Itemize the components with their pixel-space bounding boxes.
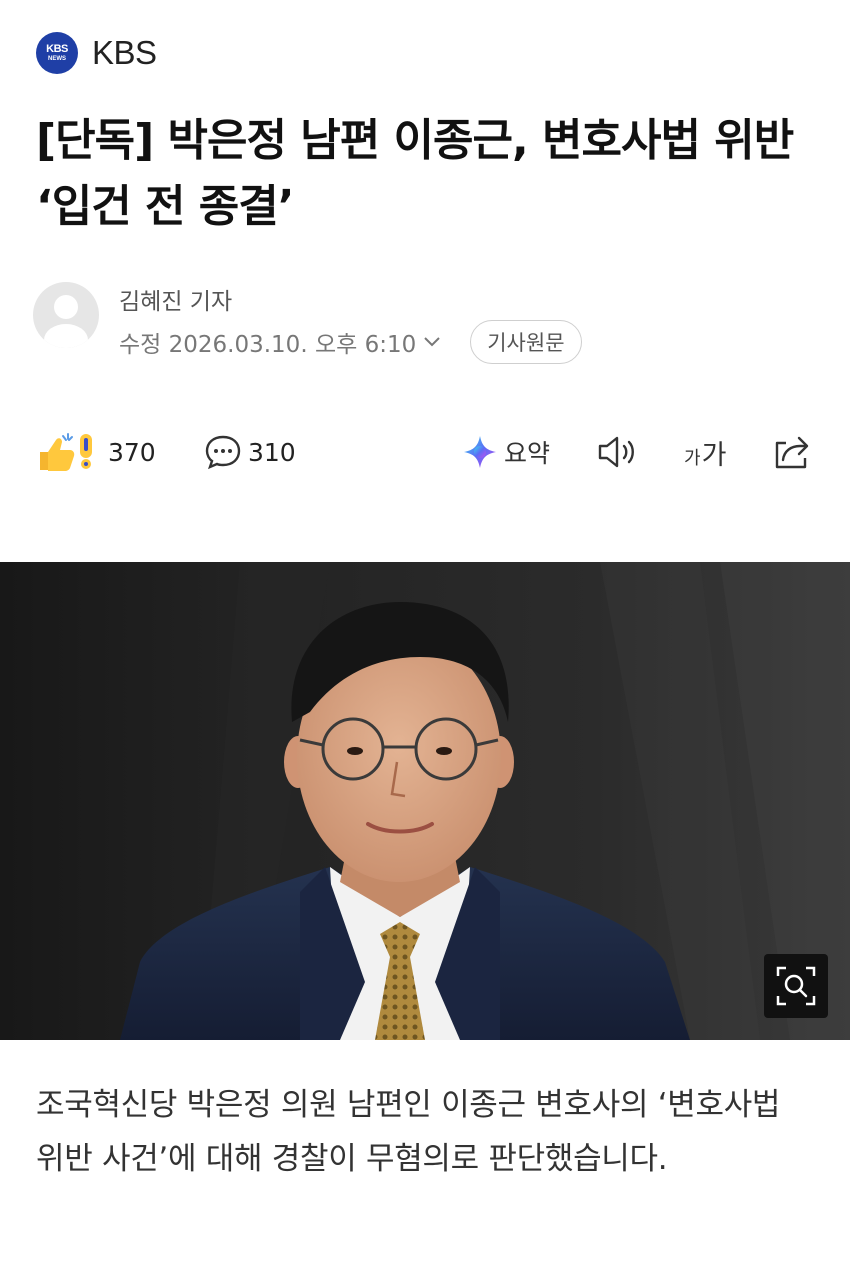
article-lead: 조국혁신당 박은정 의원 남편인 이종근 변호사의 ‘변호사법 위반 사건’에 …	[36, 1087, 781, 1177]
byline: 김혜진 기자 수정 2026.03.10. 오후 6:10 기사원문	[33, 282, 733, 364]
summary-button[interactable]: 요약	[462, 428, 550, 476]
press-header[interactable]: KBS NEWS KBS	[36, 32, 157, 74]
portrait-photo	[0, 562, 850, 1040]
listen-button[interactable]	[596, 428, 640, 476]
speech-bubble-icon	[205, 435, 241, 470]
share-icon	[775, 436, 809, 469]
font-size-button[interactable]: 가 가	[684, 428, 726, 476]
magnifier-zoom-icon	[776, 966, 816, 1006]
article-headline: [단독] 박은정 남편 이종근, 변호사법 위반 ‘입건 전 종결’	[36, 115, 794, 232]
date-row: 수정 2026.03.10. 오후 6:10 기사원문	[119, 320, 582, 364]
thumbs-up-exclaim-icon	[40, 433, 92, 471]
author-name[interactable]: 김혜진 기자	[119, 282, 232, 316]
article-photo[interactable]	[0, 562, 850, 1040]
author-avatar[interactable]	[33, 282, 99, 348]
chevron-down-icon[interactable]	[422, 335, 442, 349]
modified-date: 수정 2026.03.10. 오후 6:10	[119, 332, 417, 358]
zoom-photo-button[interactable]	[764, 954, 828, 1018]
speaker-icon	[598, 436, 634, 468]
original-article-button[interactable]: 기사원문	[470, 320, 582, 364]
summary-label: 요약	[504, 439, 551, 468]
comments-count: 310	[248, 437, 296, 467]
reaction-button[interactable]: 370	[36, 428, 156, 476]
press-name[interactable]: KBS	[92, 34, 157, 72]
font-size-icon: 가 가	[684, 439, 727, 471]
comments-button[interactable]: 310	[204, 428, 296, 476]
avatar-placeholder-icon	[44, 295, 88, 348]
kbs-news-logo[interactable]: KBS NEWS	[36, 32, 78, 74]
ai-sparkle-icon	[464, 436, 496, 468]
share-button[interactable]	[772, 428, 812, 476]
reactions-count: 370	[108, 437, 156, 467]
article-toolbar: 370 310 요약 가 가	[36, 428, 816, 476]
